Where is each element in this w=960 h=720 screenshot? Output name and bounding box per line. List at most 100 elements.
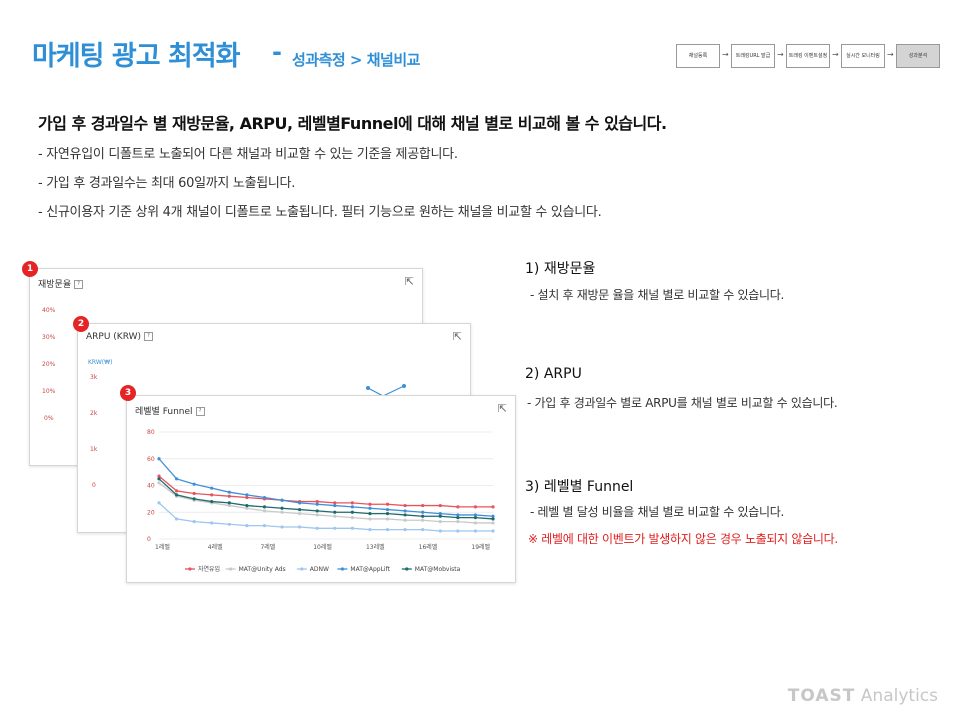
section-desc-revisit: - 설치 후 재방문 율을 채널 별로 비교할 수 있습니다. <box>530 288 784 302</box>
data-point <box>456 529 460 533</box>
data-point <box>491 517 495 521</box>
legend-marker <box>188 567 192 571</box>
data-point <box>368 517 372 521</box>
data-point <box>403 518 407 522</box>
data-point <box>438 503 442 508</box>
data-point <box>192 482 196 486</box>
data-point <box>174 489 179 493</box>
section-title-funnel: 3) 레벨별 Funnel <box>525 479 634 495</box>
arrow-right-icon: → <box>777 50 784 59</box>
data-point <box>192 497 196 501</box>
y-tick-label: 20% <box>42 361 56 368</box>
series-line <box>158 458 494 517</box>
section-desc-arpu: - 가입 후 경과일수 별로 ARPU를 채널 별로 비교할 수 있습니다. <box>527 396 838 410</box>
x-tick-label: 10레벨 <box>313 543 332 551</box>
section-title-arpu: 2) ARPU <box>525 366 582 382</box>
x-tick-label: 7레벨 <box>260 543 275 551</box>
data-point <box>210 499 214 504</box>
y-tick-label: 40% <box>42 307 56 314</box>
data-point <box>157 457 161 461</box>
data-point <box>333 526 337 530</box>
toast-analytics-logo: TOAST Analytics <box>787 686 938 706</box>
arrow-right-icon: → <box>832 50 839 59</box>
data-point <box>245 503 249 508</box>
legend-label: MAT@Mobvista <box>415 566 461 573</box>
data-point <box>368 511 372 516</box>
y-tick-label: 0 <box>147 536 151 543</box>
data-point <box>210 486 214 490</box>
x-tick-label: 1레벨 <box>155 543 170 551</box>
legend-marker <box>405 567 409 571</box>
flow-step-channel-register: 채널등록 <box>676 44 720 68</box>
data-point <box>385 517 390 521</box>
data-point <box>210 493 214 497</box>
data-point <box>438 529 442 533</box>
y-tick-label: 40 <box>147 483 155 490</box>
arrow-right-icon: → <box>887 50 894 59</box>
data-point <box>350 526 354 530</box>
y-tick-label: 10% <box>42 388 56 395</box>
data-point <box>385 507 390 512</box>
intro-bullet: - 자연유입이 디폴트로 노출되어 다른 채널과 비교할 수 있는 기준을 제공… <box>38 147 458 162</box>
step-badge: 3 <box>120 385 136 401</box>
data-point <box>262 505 267 509</box>
flow-step-tracking-event: 트래킹 이벤트설정 <box>786 44 830 68</box>
intro-headline: 가입 후 경과일수 별 재방문율, ARPU, 레벨별Funnel에 대해 채널… <box>38 114 667 133</box>
data-point <box>473 505 478 509</box>
data-point <box>491 505 495 509</box>
data-point <box>227 522 231 526</box>
legend-marker <box>229 567 233 571</box>
data-point <box>438 514 442 518</box>
data-point <box>333 503 337 508</box>
x-tick-label: 16레벨 <box>419 543 438 551</box>
level-funnel-chart: 0 20 40 60 80 1레벨 4레벨 7레벨 10레벨 13레벨 16레벨 19레벨자연유입 MA… <box>147 429 495 573</box>
data-point <box>262 495 267 500</box>
data-point <box>350 516 354 520</box>
data-point <box>315 509 319 513</box>
step-badge: 2 <box>73 316 89 332</box>
data-point <box>315 502 319 506</box>
step-badge: 1 <box>22 261 38 277</box>
data-point <box>421 518 425 522</box>
data-point <box>403 503 407 508</box>
data-point <box>421 503 425 508</box>
data-point <box>491 529 495 533</box>
x-tick-label: 19레벨 <box>471 543 490 551</box>
data-point <box>210 521 214 525</box>
legend-label: 자연유입 <box>198 565 220 573</box>
data-point <box>192 520 196 524</box>
data-point <box>280 498 284 502</box>
data-point <box>368 506 372 510</box>
data-point <box>473 529 478 533</box>
section-title-revisit: 1) 재방문율 <box>525 261 596 277</box>
data-point <box>385 502 390 506</box>
page-subtitle: 성과측정 > 채널비교 <box>292 51 420 69</box>
data-point <box>333 514 337 518</box>
data-point <box>157 501 161 505</box>
data-point <box>227 494 231 498</box>
data-point <box>245 524 249 528</box>
data-point <box>385 528 390 532</box>
intro-bullet: - 가입 후 경과일수는 최대 60일까지 노출됩니다. <box>38 176 296 191</box>
flow-step-realtime-monitoring: 실시간 모니터링 <box>841 44 885 68</box>
page-title: 마케팅 광고 최적화 <box>32 41 241 72</box>
y-tick-label: 0% <box>44 415 54 422</box>
data-point <box>298 511 302 516</box>
x-tick-label: 4레벨 <box>208 543 223 551</box>
data-point <box>262 509 267 513</box>
flow-step-tracking-url: 트래킹URL 발급 <box>731 44 775 68</box>
y-tick-label: 60 <box>147 456 155 463</box>
data-point <box>298 507 302 512</box>
data-point <box>368 528 372 532</box>
data-point <box>174 493 179 497</box>
data-point <box>280 510 284 514</box>
data-point <box>350 501 354 505</box>
data-point <box>333 510 337 514</box>
data-point <box>280 506 284 510</box>
data-point <box>456 520 460 524</box>
external-link-icon[interactable]: ⇱ <box>405 275 414 288</box>
legend-label: MAT@Unity Ads <box>239 566 286 573</box>
intro-bullet: - 신규이용자 기준 상위 4개 채널이 디폴트로 노출됩니다. 필터 기능으로… <box>38 205 602 220</box>
y-tick-label: 20 <box>147 509 155 516</box>
data-point <box>315 513 319 517</box>
